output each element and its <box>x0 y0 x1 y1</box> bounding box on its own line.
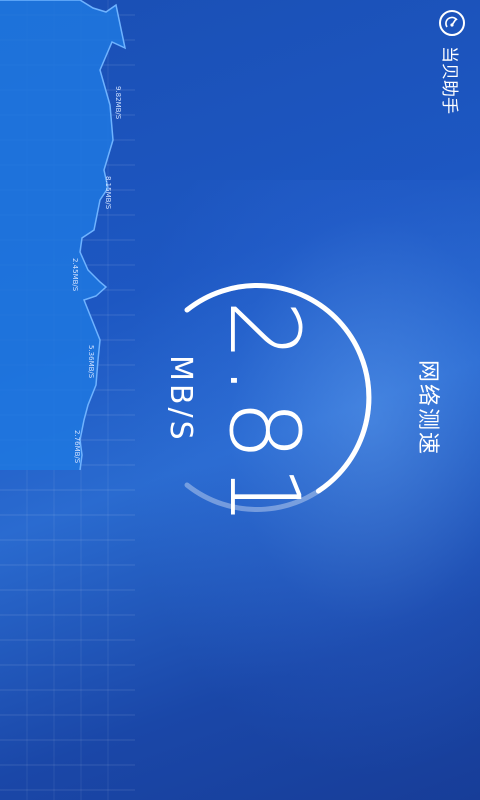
graph-tick-label: 2.45MB/S <box>71 258 79 292</box>
speed-unit: MB/S <box>163 355 198 443</box>
app-title: 当贝助手 <box>439 46 459 114</box>
app-header: 当贝助手 <box>430 0 480 140</box>
speed-value: 2.81 <box>208 300 320 530</box>
graph-tick-label: 5.36MB/S <box>87 345 95 379</box>
graph-tick-label: 2.76MB/S <box>73 430 81 464</box>
graph-tick-label: 8.15MB/S <box>104 176 112 210</box>
speedometer-icon[interactable] <box>439 10 465 36</box>
speed-test-screen: 9.82MB/S 8.15MB/S 2.45MB/S 5.36MB/S 2.76… <box>0 0 480 800</box>
speed-history-graph: 9.82MB/S 8.15MB/S 2.45MB/S 5.36MB/S 2.76… <box>0 0 135 800</box>
speed-area-fill <box>0 0 125 470</box>
speed-test-title: 网络测速 <box>415 360 440 457</box>
speed-history-chart <box>0 0 135 800</box>
graph-tick-label: 9.82MB/S <box>114 86 122 120</box>
